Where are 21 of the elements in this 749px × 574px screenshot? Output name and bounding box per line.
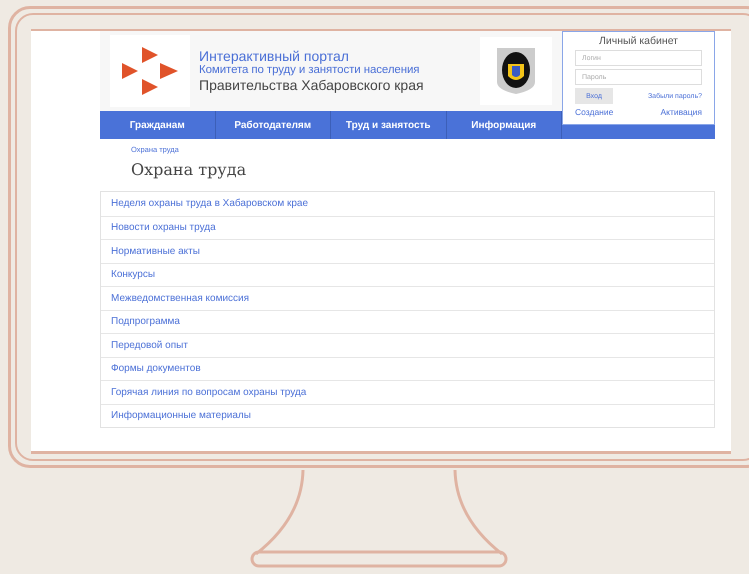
menu-item[interactable]: Межведомственная комиссия <box>101 286 714 310</box>
page-heading: Охрана труда <box>131 160 248 179</box>
menu-item[interactable]: Неделя охраны труда в Хабаровском крае <box>101 192 714 216</box>
activate-link[interactable]: Активация <box>660 107 702 117</box>
menu-item[interactable]: Информационные материалы <box>101 404 714 427</box>
menu-item[interactable]: Конкурсы <box>101 262 714 286</box>
nav-item[interactable]: Гражданам <box>100 111 216 139</box>
nav-item[interactable]: Труд и занятость <box>331 111 446 139</box>
portal-subtitle: Комитета по труду и занятости населения <box>199 64 420 76</box>
create-link[interactable]: Создание <box>575 107 614 117</box>
portal-title: Интерактивный портал <box>199 48 350 64</box>
login-title: Личный кабинет <box>598 35 679 47</box>
nav-item[interactable]: Работодателям <box>216 111 331 139</box>
triangles-logo <box>120 45 180 97</box>
menu-item[interactable]: Подпрограмма <box>101 310 714 333</box>
portal-caption: Правительства Хабаровского края <box>199 76 425 94</box>
menu-item[interactable]: Новости охраны труда <box>101 216 714 239</box>
menu-item[interactable]: Формы документов <box>101 356 714 380</box>
menu-item[interactable]: Горячая линия по вопросам охраны труда <box>101 380 714 404</box>
menu-item[interactable]: Нормативные акты <box>101 239 714 262</box>
menu-item[interactable]: Передовой опыт <box>101 333 714 356</box>
